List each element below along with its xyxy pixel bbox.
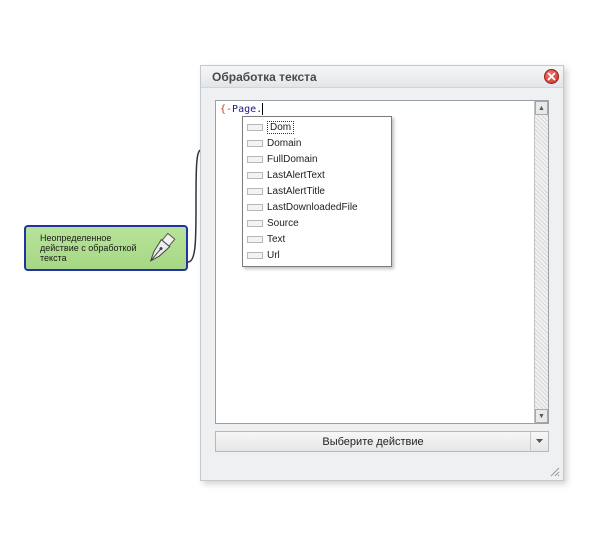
action-dropdown-value: Выберите действие	[322, 436, 424, 448]
autocomplete-item[interactable]: Dom	[247, 120, 389, 135]
pen-nib-icon	[149, 232, 176, 262]
resize-grip-icon[interactable]	[549, 466, 560, 477]
autocomplete-item[interactable]: Url	[247, 248, 389, 263]
text-caret	[262, 103, 264, 115]
dialog-titlebar[interactable]: Обработка текста	[201, 66, 563, 88]
autocomplete-item-label: Domain	[267, 138, 302, 149]
autocomplete-item-label: Url	[267, 250, 280, 261]
dialog-title: Обработка текста	[212, 70, 317, 84]
scroll-up-icon[interactable]: ▲	[535, 101, 548, 115]
property-icon	[247, 140, 263, 147]
property-icon	[247, 252, 263, 259]
property-icon	[247, 124, 263, 131]
scroll-down-icon[interactable]: ▼	[535, 409, 548, 423]
property-icon	[247, 204, 263, 211]
action-node[interactable]: Неопределенное действие с обработкой тек…	[24, 225, 188, 271]
property-icon	[247, 236, 263, 243]
property-icon	[247, 156, 263, 163]
autocomplete-item[interactable]: LastDownloadedFile	[247, 200, 389, 215]
autocomplete-popup: Dom Domain FullDomain LastAlertText LastAler…	[242, 116, 392, 267]
autocomplete-item[interactable]: FullDomain	[247, 152, 389, 167]
macro-brace: {-	[220, 104, 233, 115]
chevron-down-icon[interactable]	[530, 432, 548, 451]
property-icon	[247, 172, 263, 179]
autocomplete-item-label: LastAlertTitle	[267, 186, 325, 197]
autocomplete-item[interactable]: Source	[247, 216, 389, 231]
action-dropdown[interactable]: Выберите действие	[215, 431, 549, 452]
autocomplete-item[interactable]: LastAlertTitle	[247, 184, 389, 199]
close-icon[interactable]	[544, 69, 559, 84]
autocomplete-item-label: Source	[267, 218, 299, 229]
node-label: Неопределенное действие с обработкой тек…	[40, 233, 137, 263]
vertical-scrollbar[interactable]: ▲ ▼	[534, 101, 548, 423]
autocomplete-item[interactable]: LastAlertText	[247, 168, 389, 183]
autocomplete-item-label: FullDomain	[267, 154, 318, 165]
autocomplete-item-label: LastDownloadedFile	[267, 202, 358, 213]
autocomplete-item-label: Text	[267, 234, 286, 245]
autocomplete-item-label: Dom	[267, 121, 295, 134]
code-line: {-Page.	[220, 103, 264, 115]
code-text: Page.	[232, 104, 263, 115]
autocomplete-item-label: LastAlertText	[267, 170, 325, 181]
property-icon	[247, 220, 263, 227]
autocomplete-item[interactable]: Text	[247, 232, 389, 247]
autocomplete-item[interactable]: Domain	[247, 136, 389, 151]
property-icon	[247, 188, 263, 195]
